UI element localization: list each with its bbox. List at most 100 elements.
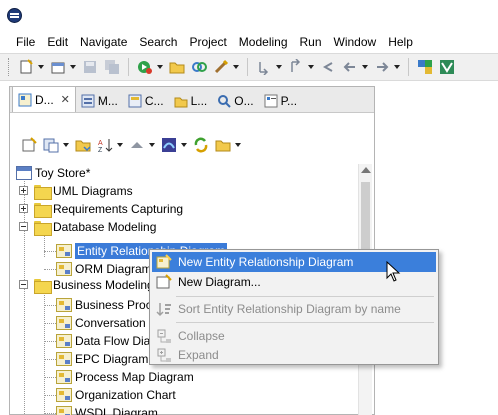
link-icon[interactable] <box>191 59 207 75</box>
conversation-diagram-icon <box>56 316 72 330</box>
tree-node-process-map-diagram[interactable]: Process Map Diagram <box>56 368 194 386</box>
collapse-up-icon[interactable] <box>129 137 145 153</box>
expand-icon <box>156 347 172 363</box>
new-erd-icon <box>156 254 172 270</box>
menu-navigate[interactable]: Navigate <box>74 35 133 49</box>
tab-label: C... <box>144 94 164 108</box>
svg-text:A: A <box>98 140 103 147</box>
title-bar <box>0 0 498 32</box>
data-flow-diagram-icon <box>56 334 72 348</box>
refresh-icon[interactable] <box>193 137 209 153</box>
back-icon[interactable] <box>342 59 358 75</box>
tree-label: Business Modeling <box>53 278 154 292</box>
menu-edit[interactable]: Edit <box>41 35 74 49</box>
collapse-icon[interactable] <box>19 280 28 289</box>
forward-icon[interactable] <box>374 59 390 75</box>
new-dropdown-icon[interactable] <box>38 65 44 69</box>
menu-modeling[interactable]: Modeling <box>233 35 294 49</box>
toolbar-grip[interactable] <box>8 58 11 76</box>
brush-icon[interactable] <box>213 59 229 75</box>
tree-label: WSDL Diagram <box>75 406 158 415</box>
tab-class-repository[interactable]: C... <box>123 90 169 112</box>
main-toolbar <box>0 53 498 81</box>
new-diagram-icon[interactable] <box>21 137 37 153</box>
logical-view-icon <box>174 94 188 108</box>
folder-options-icon[interactable] <box>215 137 231 153</box>
collapse-icon <box>156 328 172 344</box>
tab-label: D... <box>35 92 54 107</box>
menu-item-expand[interactable]: Expand <box>152 345 436 365</box>
next-annotation-dropdown-icon[interactable] <box>276 65 282 69</box>
tree-node-root[interactable]: Toy Store* <box>16 164 90 182</box>
tree-node-business-modeling[interactable]: Business Modeling <box>34 276 154 294</box>
save-all-icon[interactable] <box>104 59 120 75</box>
back-dropdown-icon[interactable] <box>362 65 368 69</box>
tree-node-organization-chart[interactable]: Organization Chart <box>56 386 176 404</box>
close-icon[interactable]: ✕ <box>61 93 70 106</box>
tree-node-wsdl-diagram[interactable]: WSDL Diagram <box>56 404 158 415</box>
scroll-up-icon[interactable] <box>361 167 371 173</box>
new-project-dropdown-icon[interactable] <box>70 65 76 69</box>
tab-label: P... <box>280 94 298 108</box>
tree-node-database-modeling[interactable]: Database Modeling <box>34 218 156 236</box>
new-model-icon[interactable] <box>43 137 59 153</box>
tree-label: UML Diagrams <box>53 184 133 198</box>
run-dropdown-icon[interactable] <box>157 65 163 69</box>
link-dropdown-icon[interactable] <box>181 143 187 147</box>
tree-node-requirements-capturing[interactable]: Requirements Capturing <box>34 200 183 218</box>
last-edit-icon[interactable] <box>320 59 336 75</box>
tree-node-uml-diagrams[interactable]: UML Diagrams <box>34 182 133 200</box>
previous-annotation-dropdown-icon[interactable] <box>308 65 314 69</box>
menu-item-label: New Diagram... <box>178 275 261 289</box>
menu-item-sort-by-name[interactable]: Sort Entity Relationship Diagram by name <box>152 299 436 319</box>
menu-item-label: New Entity Relationship Diagram <box>178 255 354 269</box>
open-folder-icon[interactable] <box>169 59 185 75</box>
tab-diagram-navigator[interactable]: D... ✕ <box>12 86 76 112</box>
business-process-diagram-icon <box>56 298 72 312</box>
previous-annotation-icon[interactable] <box>288 58 304 75</box>
project-icon <box>16 166 32 180</box>
tab-logical-view[interactable]: L... <box>169 90 213 112</box>
tab-model-explorer[interactable]: M... <box>76 90 123 112</box>
object-search-icon <box>217 94 231 108</box>
tree-node-epc-diagram[interactable]: EPC Diagram <box>56 350 148 368</box>
brush-dropdown-icon[interactable] <box>233 65 239 69</box>
menu-file[interactable]: File <box>8 35 41 49</box>
app-icon[interactable] <box>7 8 22 23</box>
expand-icon[interactable] <box>19 186 28 195</box>
open-folder-icon[interactable] <box>75 137 91 153</box>
folder-options-dropdown-icon[interactable] <box>235 143 241 147</box>
menu-project[interactable]: Project <box>183 35 232 49</box>
expand-icon[interactable] <box>19 204 28 213</box>
menu-help[interactable]: Help <box>382 35 419 49</box>
tab-object-search[interactable]: O... <box>212 90 258 112</box>
save-icon[interactable] <box>82 59 98 75</box>
toolbar-divider <box>128 58 129 76</box>
tree-line <box>44 377 56 378</box>
sort-dropdown-icon[interactable] <box>117 143 123 147</box>
perspective-icon[interactable] <box>417 59 433 75</box>
open-folder-icon <box>34 220 52 236</box>
new-project-icon[interactable] <box>50 59 66 75</box>
visual-paradigm-icon[interactable] <box>439 59 455 75</box>
new-model-dropdown-icon[interactable] <box>63 143 69 147</box>
new-icon[interactable] <box>18 59 34 75</box>
menu-item-collapse[interactable]: Collapse <box>152 326 436 346</box>
menu-window[interactable]: Window <box>328 35 383 49</box>
collapse-dropdown-icon[interactable] <box>149 143 155 147</box>
view-tabs: D... ✕ M... C... L... O... P... <box>10 86 374 113</box>
toolbar-divider <box>408 58 409 76</box>
tab-label: L... <box>190 94 208 108</box>
sort-az-icon[interactable]: AZ <box>97 137 113 154</box>
collapse-icon[interactable] <box>19 222 28 231</box>
menu-run[interactable]: Run <box>294 35 328 49</box>
tree-line <box>44 395 56 396</box>
next-annotation-icon[interactable] <box>256 59 272 76</box>
link-with-editor-icon[interactable] <box>161 137 177 153</box>
run-icon[interactable] <box>137 59 153 75</box>
forward-dropdown-icon[interactable] <box>394 65 400 69</box>
menu-search[interactable]: Search <box>133 35 183 49</box>
tab-property[interactable]: P... <box>259 90 302 112</box>
tree-line <box>44 323 56 324</box>
menu-separator <box>176 322 434 323</box>
